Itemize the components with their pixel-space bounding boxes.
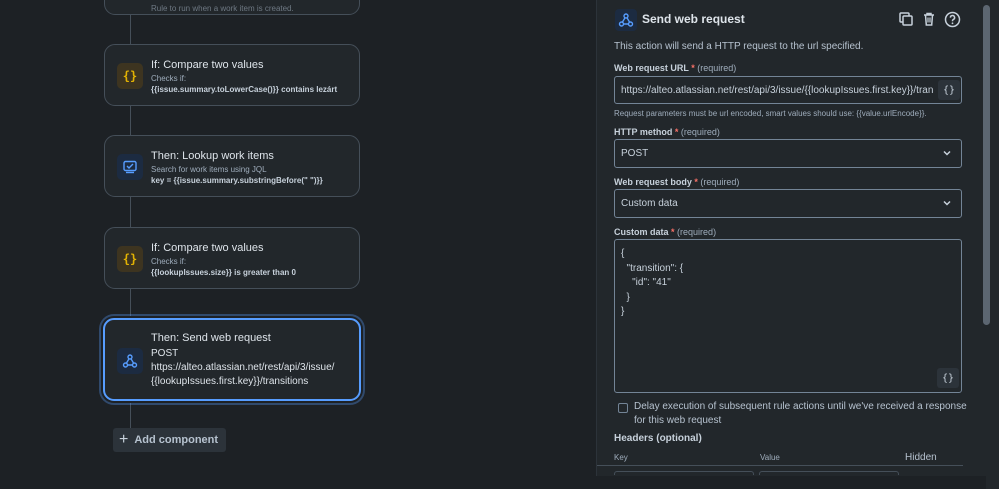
card-title: If: Compare two values — [151, 59, 264, 71]
custom-data-value: { "transition": { "id": "41" } } — [621, 248, 684, 317]
select-value: POST — [621, 148, 649, 159]
header-value-input[interactable] — [759, 471, 899, 475]
panel-scroll-area: Send web request This action will send a… — [597, 0, 983, 475]
card-title: Then: Send web request — [151, 332, 271, 344]
custom-data-textarea[interactable]: { "transition": { "id": "41" } } {} — [614, 239, 962, 393]
body-label: Web request body * (required) — [614, 177, 740, 187]
add-component-label: Add component — [134, 434, 219, 446]
method-label-text: HTTP method — [614, 127, 673, 137]
chevron-down-icon — [943, 150, 951, 156]
flow-card-send-web-request[interactable]: Then: Send web request POST https://alte… — [103, 318, 361, 401]
http-method-select[interactable]: POST — [614, 139, 962, 168]
card-url-line: {{lookupIssues.first.key}}/transitions — [151, 376, 309, 387]
header-key-input[interactable] — [614, 471, 754, 475]
card-title: Then: Lookup work items — [151, 150, 274, 162]
panel-title: Send web request — [642, 12, 745, 26]
flow-connector — [130, 15, 131, 45]
delay-execution-option[interactable]: Delay execution of subsequent rule actio… — [618, 400, 968, 428]
required-hint: (required) — [700, 177, 740, 187]
add-component-button[interactable]: + Add component — [113, 428, 227, 452]
url-input[interactable]: https://alteo.atlassian.net/rest/api/3/i… — [614, 76, 962, 104]
select-value: Custom data — [621, 198, 678, 209]
panel-bottom-edge — [596, 476, 986, 489]
lookup-icon — [117, 154, 143, 180]
card-subtitle: Search for work items using JQL — [151, 165, 267, 174]
card-detail: {{issue.summary.toLowerCase()}} contains… — [151, 85, 338, 94]
card-subtitle: Checks if: — [151, 257, 187, 266]
plus-icon: + — [119, 431, 129, 448]
flow-card-condition[interactable]: {} If: Compare two values Checks if: {{i… — [104, 44, 360, 106]
flow-card-trigger[interactable]: Rule to run when a work item is created. — [104, 0, 360, 15]
card-detail: key = {{issue.summary.substringBefore(" … — [151, 176, 323, 185]
smart-value-button[interactable]: {} — [938, 80, 960, 100]
required-hint: (required) — [697, 63, 737, 73]
flow-connector — [130, 288, 131, 319]
required-hint: (required) — [680, 127, 720, 137]
smart-value-button[interactable]: {} — [937, 368, 959, 388]
curly-braces-icon: {} — [117, 246, 143, 272]
delay-checkbox[interactable] — [618, 403, 628, 413]
required-hint: (required) — [677, 227, 717, 237]
headers-hidden-column: Hidden — [905, 452, 937, 463]
trash-icon[interactable] — [918, 8, 940, 30]
card-method: POST — [151, 348, 179, 359]
curly-braces-icon: {} — [117, 63, 143, 89]
headers-divider — [597, 465, 963, 466]
flow-card-condition[interactable]: {} If: Compare two values Checks if: {{l… — [104, 227, 360, 289]
action-config-panel: Send web request This action will send a… — [596, 0, 999, 489]
custom-data-label: Custom data * (required) — [614, 227, 717, 237]
flow-connector — [130, 106, 131, 136]
card-detail: {{lookupIssues.size}} is greater than 0 — [151, 268, 296, 277]
headers-key-column: Key — [614, 453, 628, 462]
rule-flow-canvas: Rule to run when a work item is created.… — [0, 0, 590, 489]
help-icon[interactable] — [941, 8, 963, 30]
custom-data-label-text: Custom data — [614, 227, 669, 237]
delay-checkbox-label: Delay execution of subsequent rule actio… — [634, 401, 967, 426]
flow-card-lookup[interactable]: Then: Lookup work items Search for work … — [104, 135, 360, 197]
url-help-text: Request parameters must be url encoded, … — [614, 109, 927, 118]
card-subtitle: Rule to run when a work item is created. — [151, 4, 294, 13]
duplicate-icon[interactable] — [895, 8, 917, 30]
card-title: If: Compare two values — [151, 242, 264, 254]
url-input-value: https://alteo.atlassian.net/rest/api/3/i… — [621, 85, 933, 96]
webhook-icon — [615, 9, 637, 31]
method-label: HTTP method * (required) — [614, 127, 720, 137]
headers-title: Headers (optional) — [614, 433, 702, 444]
panel-description: This action will send a HTTP request to … — [614, 41, 864, 52]
panel-scrollbar[interactable] — [983, 5, 990, 325]
flow-connector — [130, 401, 131, 429]
headers-value-column: Value — [760, 453, 780, 462]
request-body-select[interactable]: Custom data — [614, 189, 962, 218]
url-label-text: Web request URL — [614, 63, 689, 73]
body-label-text: Web request body — [614, 177, 692, 187]
url-label: Web request URL * (required) — [614, 63, 737, 73]
card-subtitle: Checks if: — [151, 74, 187, 83]
chevron-down-icon — [943, 200, 951, 206]
webhook-icon — [117, 348, 143, 374]
card-url-line: https://alteo.atlassian.net/rest/api/3/i… — [151, 362, 335, 373]
flow-connector — [130, 197, 131, 228]
